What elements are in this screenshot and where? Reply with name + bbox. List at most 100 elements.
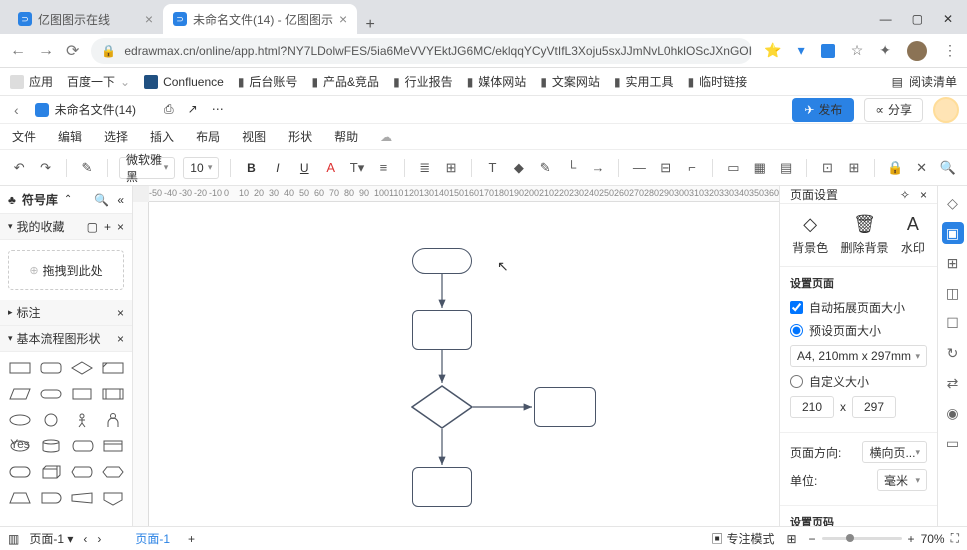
reading-list[interactable]: ▤ 阅读清单 <box>892 73 957 90</box>
shape-data[interactable] <box>68 436 95 456</box>
width-input[interactable]: 210 <box>790 396 834 418</box>
shape-parallelogram[interactable] <box>6 384 33 404</box>
zoom-in-icon[interactable]: + <box>908 532 915 546</box>
page-select[interactable]: 页面-1 ▾ <box>29 530 73 547</box>
page-tab[interactable]: 页面-1 <box>127 528 178 549</box>
orientation-select[interactable]: 横向页...▾ <box>862 441 927 463</box>
shape-cube[interactable] <box>37 462 64 482</box>
shape-predef[interactable] <box>99 384 126 404</box>
menu-select[interactable]: 选择 <box>104 128 128 145</box>
settings-icon[interactable]: ✕ <box>912 158 930 178</box>
close-window-icon[interactable]: ✕ <box>943 12 953 26</box>
zoom-control[interactable]: − + 70% ⛶ <box>809 531 959 546</box>
connector-icon[interactable]: └ <box>562 158 580 178</box>
custom-radio[interactable] <box>790 375 803 388</box>
close-icon[interactable]: × <box>117 220 124 234</box>
shape-roundrect2[interactable] <box>6 462 33 482</box>
comment-icon[interactable]: ☐ <box>942 312 964 334</box>
plus-icon[interactable]: + <box>104 220 111 234</box>
drawing-canvas[interactable]: ↖ <box>149 202 779 526</box>
process-shape[interactable] <box>412 310 472 350</box>
shape-diamond[interactable] <box>68 358 95 378</box>
user-avatar[interactable] <box>933 97 959 123</box>
export-icon[interactable]: ↗ <box>188 102 198 117</box>
style-panel-icon[interactable]: ◇ <box>942 192 964 214</box>
ext-icon[interactable]: ▾ <box>798 42 805 59</box>
focus-mode-button[interactable]: ▣ 专注模式 <box>711 530 774 547</box>
italic-icon[interactable]: I <box>269 158 287 178</box>
bookmark-folder[interactable]: ▮ 后台账号 <box>238 73 298 90</box>
bookmark-folder[interactable]: ▮ 行业报告 <box>393 73 453 90</box>
menu-edit[interactable]: 编辑 <box>58 128 82 145</box>
document-tab[interactable]: 未命名文件(14) <box>25 101 146 118</box>
undo-icon[interactable]: ↶ <box>10 158 28 178</box>
grid-toggle-icon[interactable]: ⊞ <box>786 532 796 546</box>
add-page-icon[interactable]: + <box>188 532 195 546</box>
translate-icon[interactable]: ⭐ <box>764 42 781 59</box>
publish-button[interactable]: ✈ 发布 <box>792 98 854 122</box>
shape-terminator[interactable] <box>37 384 64 404</box>
image-icon[interactable]: ▭ <box>724 158 742 178</box>
close-icon[interactable]: × <box>117 306 124 320</box>
shape-offpage[interactable] <box>99 488 126 508</box>
shape-hex[interactable] <box>99 462 126 482</box>
back-button[interactable]: ← <box>10 42 26 60</box>
shape-actor[interactable] <box>68 410 95 430</box>
browser-tab-1[interactable]: ⊃ 未命名文件(14) - 亿图图示 × <box>163 4 357 34</box>
favorites-section[interactable]: ▾我的收藏▢+× <box>0 214 132 240</box>
auto-expand-row[interactable]: 自动拓展页面大小 <box>790 299 927 316</box>
prev-page-icon[interactable]: ‹ <box>83 532 87 546</box>
reload-button[interactable]: ⟳ <box>66 41 79 61</box>
line-color-icon[interactable]: ✎ <box>536 158 554 178</box>
shape-delay[interactable] <box>37 488 64 508</box>
shape-database[interactable] <box>37 436 64 456</box>
save-icon[interactable]: ⎙ <box>164 102 174 117</box>
shape-roundrect[interactable] <box>37 358 64 378</box>
bookmark-item[interactable]: 百度一下⌄ <box>67 73 130 90</box>
close-panel-icon[interactable]: × <box>920 188 927 202</box>
menu-insert[interactable]: 插入 <box>150 128 174 145</box>
arrow-icon[interactable]: → <box>589 158 607 178</box>
profile-avatar[interactable] <box>907 41 927 61</box>
font-color-icon[interactable]: A <box>321 158 339 178</box>
process-shape-3[interactable] <box>412 467 472 507</box>
corner-icon[interactable]: ⌐ <box>683 158 701 178</box>
line-style-icon[interactable]: — <box>630 158 648 178</box>
close-icon[interactable]: × <box>117 332 124 346</box>
nav-back-icon[interactable]: ‹ <box>8 102 25 118</box>
pin-icon[interactable]: ✧ <box>900 188 910 202</box>
align-icon[interactable]: ≡ <box>374 158 392 178</box>
ext-icon[interactable] <box>821 44 835 58</box>
ungroup-icon[interactable]: ⊞ <box>845 158 863 178</box>
history-icon[interactable]: ↻ <box>942 342 964 364</box>
shape-person[interactable] <box>99 410 126 430</box>
table-icon[interactable]: ▦ <box>751 158 769 178</box>
menu-icon[interactable]: ⋮ <box>943 42 957 59</box>
apps-shortcut[interactable]: 应用 <box>10 73 53 90</box>
terminator-shape[interactable] <box>412 248 472 274</box>
extensions-icon[interactable]: ✦ <box>879 42 891 59</box>
bookmark-folder[interactable]: ▮ 文案网站 <box>540 73 600 90</box>
minimize-icon[interactable]: — <box>880 12 892 26</box>
collapse-panel-icon[interactable]: « <box>117 193 124 207</box>
preset-select[interactable]: A4, 210mm x 297mm▾ <box>790 345 927 367</box>
bookmark-folder[interactable]: ▮ 临时链接 <box>688 73 748 90</box>
page-panel-icon[interactable]: ▣ <box>942 222 964 244</box>
forward-button[interactable]: → <box>38 42 54 60</box>
unit-select[interactable]: 毫米▾ <box>877 469 927 491</box>
close-icon[interactable]: × <box>339 11 347 27</box>
search-icon[interactable]: 🔍 <box>939 158 957 178</box>
underline-icon[interactable]: U <box>295 158 313 178</box>
auto-expand-checkbox[interactable] <box>790 301 803 314</box>
shape-ellipse[interactable] <box>6 410 33 430</box>
close-icon[interactable]: × <box>145 11 153 27</box>
add-icon[interactable]: ▢ <box>87 220 98 234</box>
shape-manual[interactable] <box>68 488 95 508</box>
shortcuts-icon[interactable]: ⇄ <box>942 372 964 394</box>
group-icon[interactable]: ⊡ <box>818 158 836 178</box>
align-dist-icon[interactable]: ⊞ <box>442 158 460 178</box>
menu-file[interactable]: 文件 <box>12 128 36 145</box>
bookmark-icon[interactable]: ☆ <box>851 42 864 59</box>
menu-shape[interactable]: 形状 <box>288 128 312 145</box>
bookmark-folder[interactable]: ▮ 媒体网站 <box>467 73 527 90</box>
